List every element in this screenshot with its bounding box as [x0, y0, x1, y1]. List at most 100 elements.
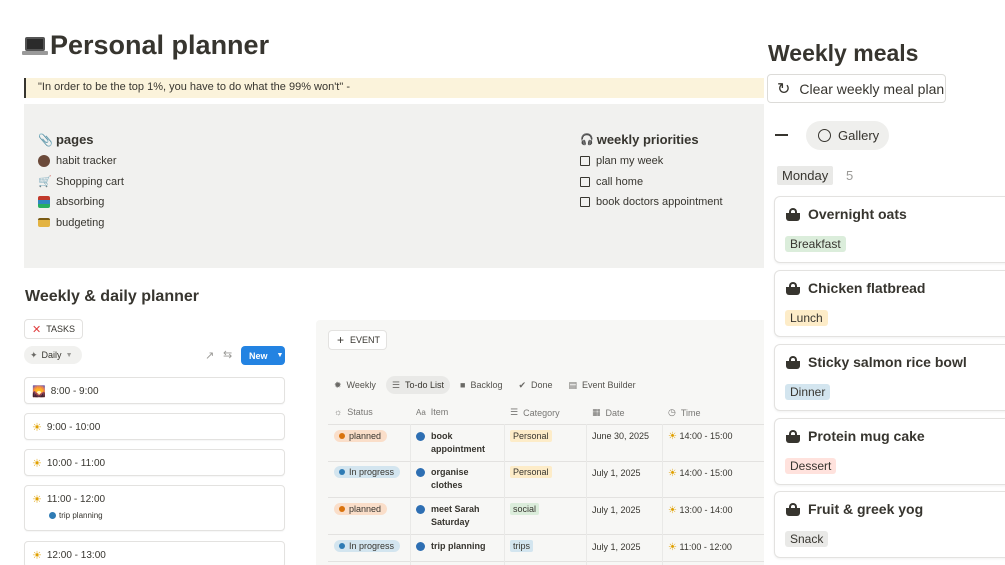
tab-event-builder[interactable]: ▤ Event Builder [563, 376, 642, 394]
meal-card[interactable]: Overnight oats Breakfast [774, 196, 1005, 263]
laptop-icon [22, 35, 48, 57]
column-header-date[interactable]: ▦ Date [592, 407, 625, 418]
meal-card[interactable]: Sticky salmon rice bowl Dinner [774, 344, 1005, 411]
sun-icon: ☀ [32, 458, 42, 470]
page-link-absorbing[interactable]: absorbing [38, 192, 124, 213]
slot-task[interactable]: trip planning [49, 511, 284, 520]
date-cell: July 1, 2025 [592, 505, 641, 515]
todo-database: + EVENT ✹ Weekly ☰ To-do List ■ Backlog … [316, 320, 764, 565]
column-header-status[interactable]: ☼ Status [334, 407, 373, 417]
date-cell: July 1, 2025 [592, 468, 641, 478]
daily-view-selector[interactable]: ✦ Daily ▼ [24, 346, 82, 364]
tab-done[interactable]: ✔ Done [512, 376, 558, 394]
meal-card[interactable]: Protein mug cake Dessert [774, 418, 1005, 485]
priority-item: book doctors appointment [580, 192, 723, 213]
collapse-icon[interactable] [775, 134, 788, 136]
basket-icon [786, 282, 800, 295]
text-icon: Aa [416, 407, 426, 417]
checkbox[interactable] [580, 197, 590, 208]
sliders-icon[interactable]: ⇆ [223, 348, 232, 361]
globe-icon [416, 542, 425, 551]
category-tag: Personal [510, 430, 552, 442]
sun-icon: ☀ [668, 468, 677, 479]
basket-icon [786, 208, 800, 221]
time-slot-card[interactable]: ☀ 11:00 - 12:00 trip planning [24, 485, 285, 531]
column-header-time[interactable]: ◷ Time [668, 407, 701, 418]
category-tag: trips [510, 540, 534, 552]
table-item[interactable]: meet Sarah Saturday [416, 503, 496, 529]
time-cell: ☀ 14:00 - 15:00 [668, 431, 733, 442]
books-icon [38, 196, 50, 209]
meal-card[interactable]: Fruit & greek yog Snack [774, 491, 1005, 558]
time-slot-card[interactable]: ☀ 12:00 - 13:00 [24, 541, 285, 565]
expand-icon[interactable]: ↗ [205, 349, 214, 362]
meal-name: Fruit & greek yog [808, 501, 924, 517]
status-badge[interactable]: In progress [334, 540, 401, 552]
globe-icon [416, 432, 425, 441]
page-link-shopping-cart[interactable]: 🛒 Shopping cart [38, 172, 124, 193]
time-cell: ☀ 11:00 - 12:00 [668, 542, 732, 553]
time-cell: ☀ 14:00 - 15:00 [668, 468, 733, 479]
category-tag: social [510, 503, 540, 515]
tab-weekly[interactable]: ✹ Weekly [334, 376, 382, 394]
quote-callout: "In order to be the top 1%, you have to … [24, 78, 764, 98]
table-item[interactable]: organise clothes [416, 466, 496, 492]
table-item[interactable]: trip planning [416, 540, 496, 553]
tab-todo-list[interactable]: ☰ To-do List [385, 376, 450, 394]
priorities-column: 🎧 weekly priorities plan my week call ho… [580, 132, 723, 213]
meal-tag: Lunch [785, 310, 828, 326]
column-header-item[interactable]: Aa Item [416, 407, 448, 417]
time-slot-card[interactable]: ☀ 10:00 - 11:00 [24, 449, 285, 476]
page-link-habit-tracker[interactable]: habit tracker [38, 151, 124, 172]
sun-icon: ☀ [32, 494, 42, 506]
circle-icon [818, 129, 831, 142]
chevron-down-icon[interactable]: ▼ [277, 352, 284, 359]
globe-icon [416, 505, 425, 514]
date-cell: July 1, 2025 [592, 542, 641, 552]
time-slot-card[interactable]: 🌄 8:00 - 9:00 [24, 377, 285, 404]
sun-icon: ☀ [32, 550, 42, 562]
date-cell: June 30, 2025 [592, 431, 650, 441]
basket-icon [786, 356, 800, 369]
checkbox[interactable] [580, 156, 590, 167]
credit-card-icon [38, 218, 50, 228]
meal-tag: Breakfast [785, 236, 846, 252]
meal-card[interactable]: Chicken flatbread Lunch [774, 270, 1005, 337]
pages-panel: 📎 pages habit tracker 🛒 Shopping cart ab… [24, 104, 764, 268]
basket-icon [786, 430, 800, 443]
page-link-budgeting[interactable]: budgeting [38, 213, 124, 234]
checkbox[interactable] [580, 176, 590, 187]
tab-backlog[interactable]: ■ Backlog [454, 376, 508, 394]
table-item[interactable]: book appointment [416, 430, 496, 456]
new-button[interactable]: New ▼ [241, 346, 285, 365]
calendar-icon: ▦ [592, 407, 601, 417]
meal-name: Protein mug cake [808, 428, 925, 444]
sun-icon: ☀ [32, 422, 42, 434]
planner-title: Weekly & daily planner [25, 288, 199, 305]
status-badge[interactable]: planned [334, 430, 388, 442]
status-badge[interactable]: In progress [334, 466, 401, 478]
globe-icon [416, 468, 425, 477]
headphones-icon: 🎧 [580, 134, 594, 146]
priority-item: call home [580, 172, 723, 193]
refresh-icon: ↻ [777, 80, 791, 98]
add-event-button[interactable]: + EVENT [328, 330, 387, 350]
page-title-text: Personal planner [50, 30, 270, 60]
group-count: 5 [846, 168, 854, 183]
meals-title: Weekly meals [768, 40, 919, 66]
gear-icon: ✹ [334, 379, 342, 390]
sun-icon: ☀ [668, 542, 677, 553]
meal-tag: Snack [785, 531, 829, 547]
meal-name: Overnight oats [808, 206, 907, 222]
clear-meal-plan-button[interactable]: ↻ Clear weekly meal plan [767, 74, 946, 103]
tasks-button[interactable]: ✕ TASKS [24, 319, 83, 339]
status-badge[interactable]: planned [334, 503, 388, 515]
column-header-category[interactable]: ☰ Category [510, 407, 560, 418]
sun-icon: ☀ [668, 431, 677, 442]
page-title: Personal planner [22, 30, 269, 61]
tab-gallery[interactable]: Gallery [806, 121, 889, 150]
close-icon: ✕ [32, 323, 42, 336]
meal-tag: Dessert [785, 458, 837, 474]
file-icon: ▤ [568, 379, 578, 390]
time-slot-card[interactable]: ☀ 9:00 - 10:00 [24, 413, 285, 440]
